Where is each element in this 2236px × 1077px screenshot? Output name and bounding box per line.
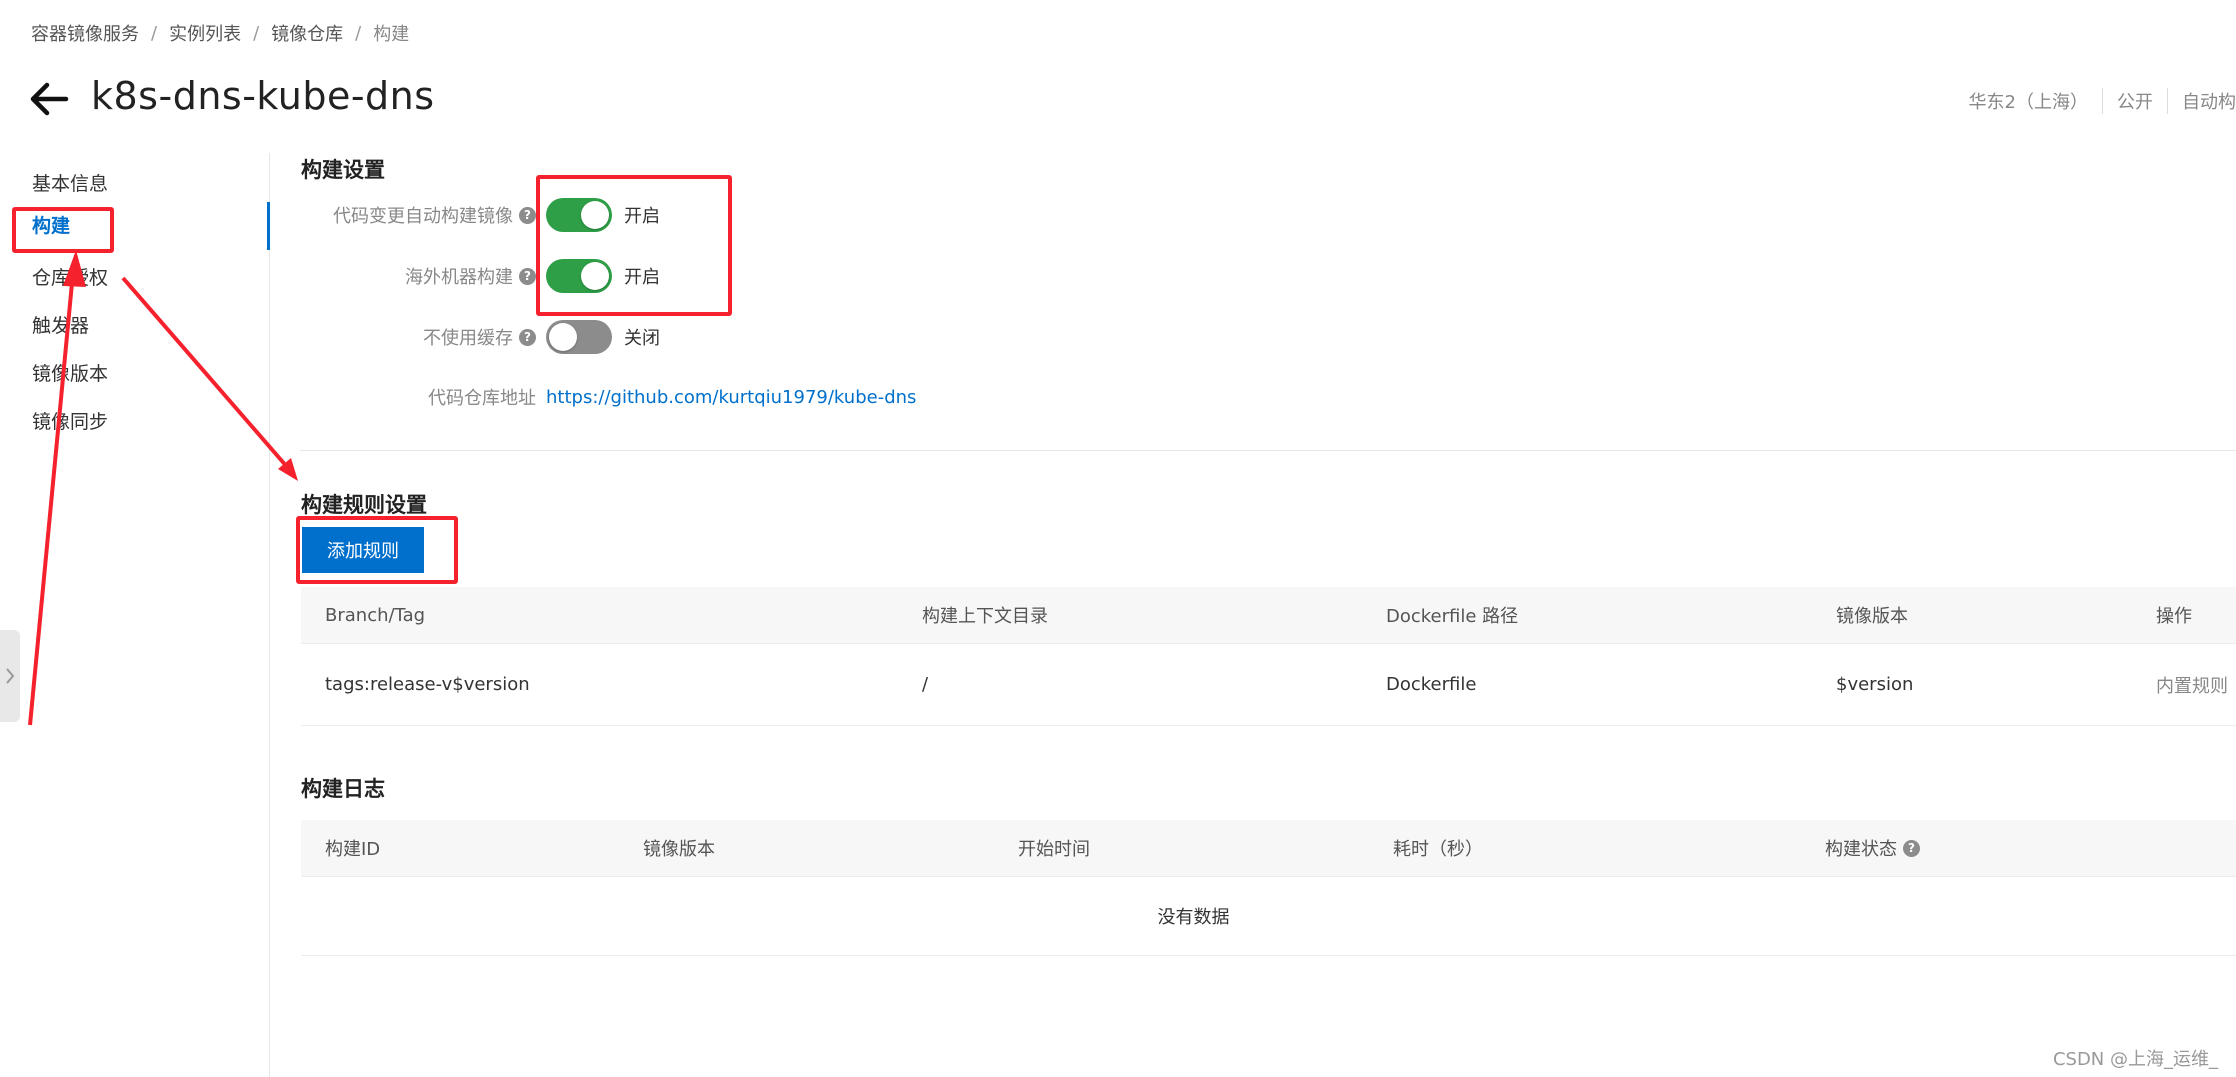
column-header-context: 构建上下文目录 <box>922 606 1048 627</box>
section-divider <box>300 450 2236 451</box>
question-circle-icon[interactable]: ? <box>519 267 536 285</box>
setting-row-no-cache: 不使用缓存 ? 关闭 <box>300 317 660 357</box>
sidebar-item-basic-info[interactable]: 基本信息 <box>32 167 108 201</box>
no-cache-switch[interactable] <box>546 320 612 354</box>
auto-build-switch[interactable] <box>546 198 612 232</box>
build-rules-table: Branch/Tag 构建上下文目录 Dockerfile 路径 镜像版本 操作… <box>301 587 2236 726</box>
cell-context: / <box>922 674 929 695</box>
meta-build-type: 自动构 <box>2167 88 2236 114</box>
column-header-version: 镜像版本 <box>1836 606 1908 627</box>
header-meta: 华东2（上海） 公开 自动构 <box>1955 88 2236 114</box>
build-rules-title: 构建规则设置 <box>301 493 427 517</box>
column-header-branch-tag: Branch/Tag <box>325 604 426 626</box>
build-status-label: 构建状态 <box>1825 839 1897 860</box>
column-header-start-time: 开始时间 <box>1018 839 1090 860</box>
build-log-table-header: 构建ID 镜像版本 开始时间 耗时（秒） 构建状态 ? <box>301 820 2236 877</box>
table-row: tags:release-v$version / Dockerfile $ver… <box>301 644 2236 726</box>
meta-visibility: 公开 <box>2102 88 2167 114</box>
column-header-duration: 耗时（秒） <box>1393 839 1483 860</box>
build-log-table: 构建ID 镜像版本 开始时间 耗时（秒） 构建状态 ? 没有数据 <box>301 820 2236 956</box>
column-header-image-version: 镜像版本 <box>643 839 715 860</box>
repo-url-link[interactable]: https://github.com/kurtqiu1979/kube-dns <box>546 387 916 408</box>
cell-version: $version <box>1836 674 1914 695</box>
setting-row-repo-url: 代码仓库地址 https://github.com/kurtqiu1979/ku… <box>300 377 916 417</box>
empty-row: 没有数据 <box>301 877 2236 956</box>
question-circle-icon[interactable]: ? <box>519 206 536 224</box>
setting-row-overseas-build: 海外机器构建 ? 开启 <box>300 256 660 296</box>
sidebar-item-image-versions[interactable]: 镜像版本 <box>32 357 108 391</box>
setting-row-auto-build: 代码变更自动构建镜像 ? 开启 <box>300 195 660 235</box>
cell-dockerfile: Dockerfile <box>1386 674 1477 695</box>
build-settings-title: 构建设置 <box>301 158 385 182</box>
auto-build-switch-text: 开启 <box>624 206 660 227</box>
column-header-dockerfile: Dockerfile 路径 <box>1386 606 1519 627</box>
arrow-left-icon[interactable] <box>28 78 70 120</box>
empty-state-text: 没有数据 <box>1157 907 1230 928</box>
overseas-build-switch[interactable] <box>546 259 612 293</box>
sidebar-item-image-sync[interactable]: 镜像同步 <box>32 405 108 439</box>
sidebar-active-indicator <box>267 202 270 250</box>
sidebar-item-triggers[interactable]: 触发器 <box>32 309 89 343</box>
breadcrumb-separator: / <box>253 22 260 44</box>
breadcrumb-item-repos[interactable]: 镜像仓库 <box>271 20 343 46</box>
breadcrumb-item-service[interactable]: 容器镜像服务 <box>31 20 139 46</box>
overseas-build-switch-text: 开启 <box>624 267 660 288</box>
question-circle-icon[interactable]: ? <box>1903 839 1920 857</box>
build-rules-table-header: Branch/Tag 构建上下文目录 Dockerfile 路径 镜像版本 操作 <box>301 587 2236 644</box>
no-cache-switch-text: 关闭 <box>624 328 660 349</box>
page: 容器镜像服务 / 实例列表 / 镜像仓库 / 构建 k8s-dns-kube-d… <box>0 0 2236 1077</box>
question-circle-icon[interactable]: ? <box>519 328 536 346</box>
cell-action: 内置规则 <box>2156 675 2228 697</box>
setting-label-overseas-build: 海外机器构建 <box>405 267 513 288</box>
column-header-build-id: 构建ID <box>325 839 381 860</box>
build-log-title: 构建日志 <box>301 777 385 801</box>
setting-label-no-cache: 不使用缓存 <box>423 328 513 349</box>
sidebar-collapse-toggle[interactable] <box>0 630 20 722</box>
breadcrumb-separator: / <box>355 22 362 44</box>
column-header-build-status: 构建状态 ? <box>1825 820 1920 876</box>
column-header-actions: 操作 <box>2156 606 2192 627</box>
setting-label-auto-build: 代码变更自动构建镜像 <box>333 206 513 227</box>
sidebar-item-repo-auth[interactable]: 仓库授权 <box>32 261 108 295</box>
breadcrumb-separator: / <box>151 22 158 44</box>
chevron-right-icon <box>6 668 15 684</box>
setting-label-repo-url: 代码仓库地址 <box>428 388 536 409</box>
breadcrumb-item-current: 构建 <box>373 24 410 45</box>
cell-branch-tag: tags:release-v$version <box>325 674 530 695</box>
meta-region: 华东2（上海） <box>1968 92 2088 113</box>
page-title: k8s-dns-kube-dns <box>91 74 435 118</box>
watermark: CSDN @上海_运维_ <box>2052 1049 2218 1070</box>
annotation-arrow-head <box>278 458 298 481</box>
breadcrumb-item-instances[interactable]: 实例列表 <box>169 20 241 46</box>
breadcrumb: 容器镜像服务 / 实例列表 / 镜像仓库 / 构建 <box>31 20 409 46</box>
sidebar: 基本信息 构建 仓库授权 触发器 镜像版本 镜像同步 <box>0 153 270 1077</box>
sidebar-item-build[interactable]: 构建 <box>32 209 70 243</box>
add-rule-button[interactable]: 添加规则 <box>302 527 424 573</box>
